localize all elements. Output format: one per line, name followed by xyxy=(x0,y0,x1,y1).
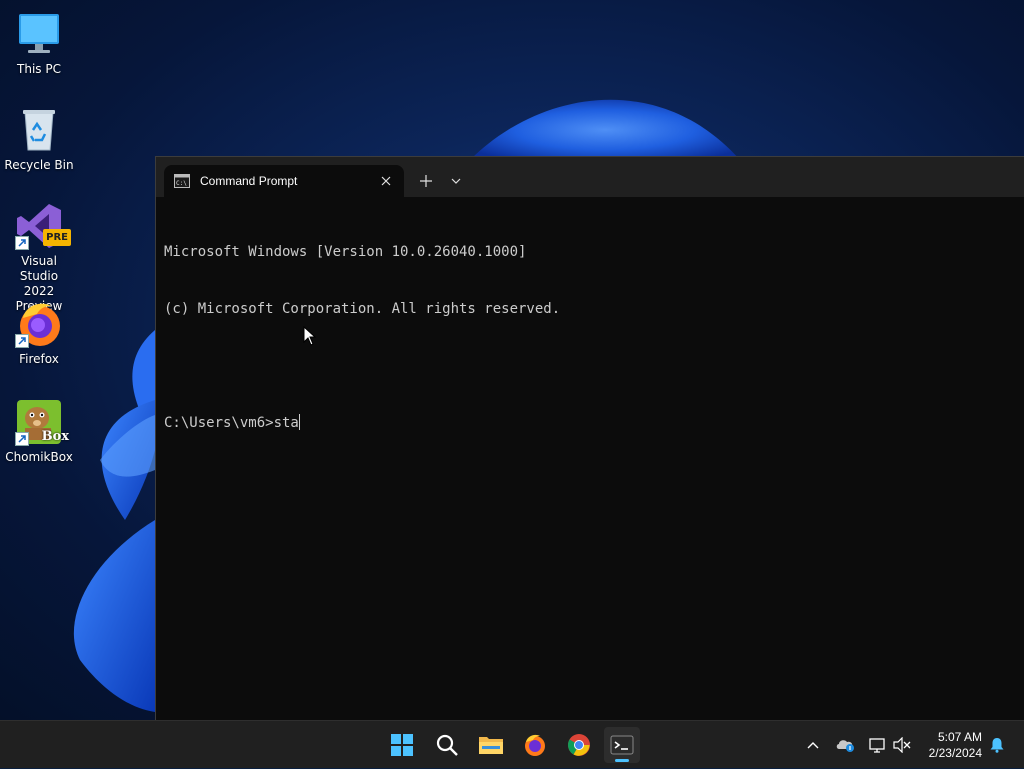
onedrive-icon xyxy=(836,740,854,752)
chomikbox-icon: Box xyxy=(15,398,69,446)
tab-command-prompt[interactable]: C:\ Command Prompt xyxy=(164,165,404,197)
desktop-icon-recycle-bin[interactable]: Recycle Bin xyxy=(2,106,76,173)
desktop-icon-label: Firefox xyxy=(19,352,59,366)
plus-icon xyxy=(420,175,432,187)
volume-muted-icon xyxy=(893,737,911,753)
chevron-up-icon xyxy=(807,742,819,749)
terminal-window[interactable]: C:\ Command Prompt Microsoft Windows [Ve… xyxy=(155,156,1024,720)
desktop-icon-label: This PC xyxy=(17,62,61,76)
terminal-taskbar-button[interactable] xyxy=(604,727,640,763)
shortcut-arrow-icon xyxy=(15,334,29,348)
monitor-icon xyxy=(15,10,63,58)
visual-studio-icon: PRE xyxy=(15,202,71,250)
box-label: Box xyxy=(41,429,69,444)
desktop-icon-label-line1: Visual Studio xyxy=(19,254,59,283)
clock-date: 2/23/2024 xyxy=(928,746,982,760)
clock-time: 5:07 AM xyxy=(937,730,982,744)
shortcut-arrow-icon xyxy=(15,236,29,250)
desktop-icon-label: Recycle Bin xyxy=(4,158,74,172)
file-explorer-button[interactable] xyxy=(473,727,509,763)
cmd-icon: C:\ xyxy=(174,173,190,189)
desktop-icon-label: ChomikBox xyxy=(5,450,73,464)
active-app-indicator xyxy=(615,759,629,762)
recycle-bin-icon xyxy=(15,106,63,154)
search-icon xyxy=(436,734,458,756)
shortcut-arrow-icon xyxy=(15,432,29,446)
desktop-icon-this-pc[interactable]: This PC xyxy=(2,10,76,77)
terminal-icon xyxy=(610,735,634,755)
close-tab-button[interactable] xyxy=(372,167,400,195)
pre-badge: PRE xyxy=(43,229,71,246)
show-hidden-icons-button[interactable] xyxy=(802,721,824,769)
desktop: This PC Recycle Bin PRE Visual Studio 20… xyxy=(0,0,1024,720)
terminal-titlebar[interactable]: C:\ Command Prompt xyxy=(156,157,1024,197)
close-icon xyxy=(381,176,391,186)
desktop-icon-visual-studio[interactable]: PRE Visual Studio 2022 Preview xyxy=(2,202,76,314)
console-output[interactable]: Microsoft Windows [Version 10.0.26040.10… xyxy=(164,205,1017,720)
chrome-icon xyxy=(568,734,590,756)
firefox-taskbar-button[interactable] xyxy=(517,727,553,763)
svg-text:C:\: C:\ xyxy=(176,180,187,187)
text-caret xyxy=(298,414,300,430)
firefox-icon xyxy=(15,300,63,348)
firefox-icon xyxy=(525,734,545,756)
chrome-taskbar-button[interactable] xyxy=(561,727,597,763)
onedrive-tray-button[interactable] xyxy=(834,721,856,769)
network-tray-button[interactable] xyxy=(866,721,888,769)
tab-title: Command Prompt xyxy=(200,174,298,188)
tab-dropdown-button[interactable] xyxy=(444,169,468,193)
chevron-down-icon xyxy=(451,178,461,184)
notification-center-button[interactable] xyxy=(986,721,1008,769)
taskbar-clock[interactable]: 5:07 AM 2/23/2024 xyxy=(929,729,982,761)
new-tab-button[interactable] xyxy=(414,169,438,193)
network-icon xyxy=(869,738,885,753)
file-explorer-icon xyxy=(479,737,503,754)
taskbar: 5:07 AM 2/23/2024 xyxy=(0,720,1024,768)
mouse-cursor-icon xyxy=(303,326,317,346)
notification-bell-icon xyxy=(990,738,1004,753)
console-prompt: C:\Users\vm6>sta xyxy=(164,415,299,431)
start-icon xyxy=(391,734,413,756)
volume-tray-button[interactable] xyxy=(891,721,913,769)
start-button[interactable] xyxy=(384,727,420,763)
console-line: Microsoft Windows [Version 10.0.26040.10… xyxy=(164,244,527,260)
desktop-icon-chomikbox[interactable]: Box ChomikBox xyxy=(2,398,76,465)
search-button[interactable] xyxy=(429,727,465,763)
console-prompt-line[interactable]: C:\Users\vm6>sta xyxy=(164,414,1017,433)
desktop-icon-firefox[interactable]: Firefox xyxy=(2,300,76,367)
console-line: (c) Microsoft Corporation. All rights re… xyxy=(164,301,561,317)
